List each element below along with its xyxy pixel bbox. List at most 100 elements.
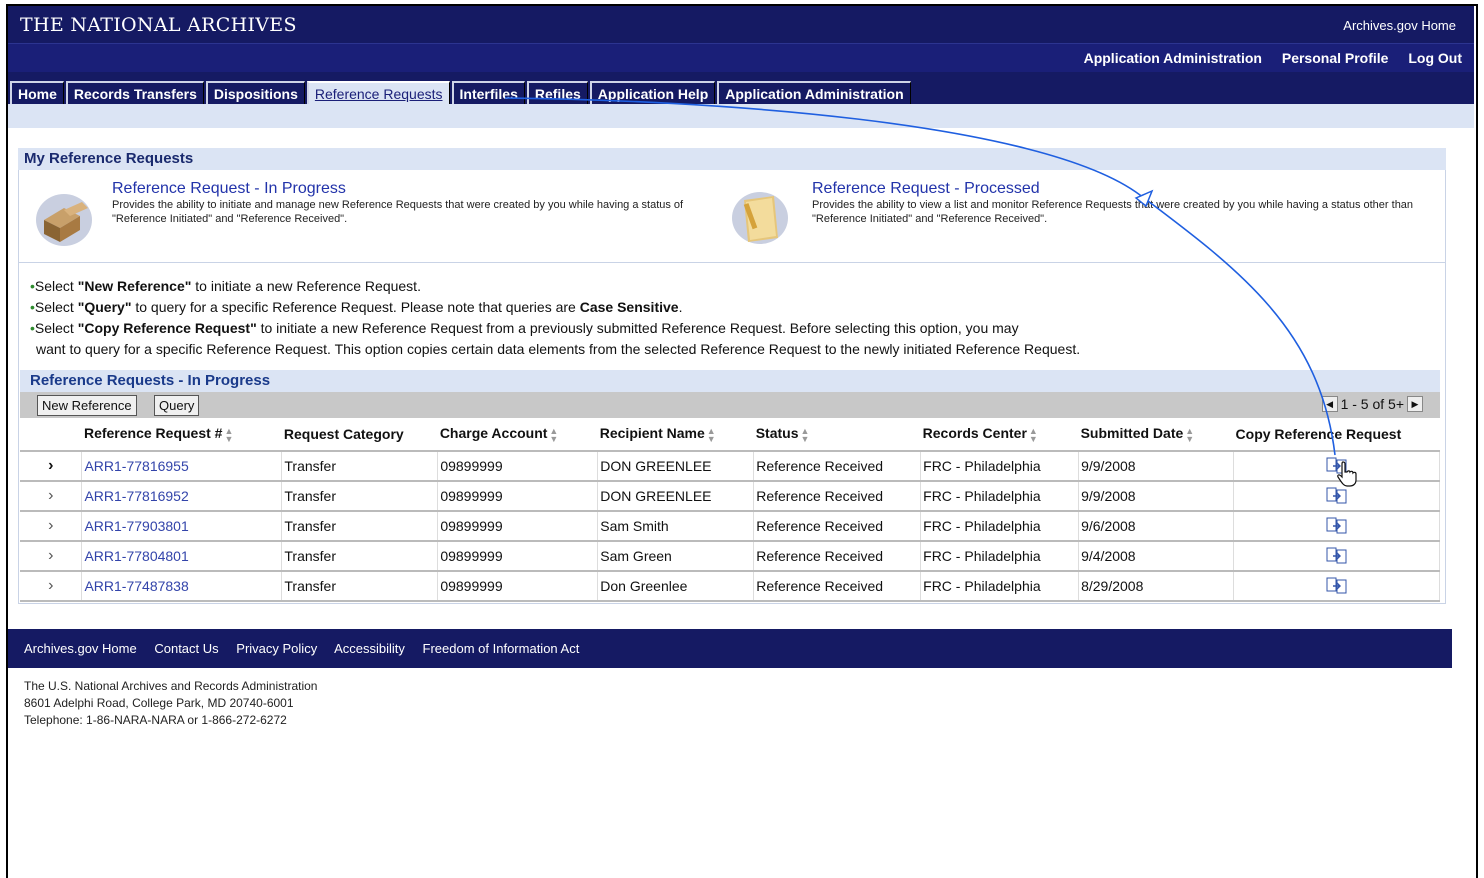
instruction-line-1: •Select "New Reference" to initiate a ne… [30,278,421,294]
log-out-link[interactable]: Log Out [1408,50,1462,66]
card-in-progress: Reference Request - In Progress Provides… [112,180,712,226]
row-date: 9/9/2008 [1078,451,1235,482]
instruction-line-4: want to query for a specific Reference R… [36,341,1081,357]
section-title: My Reference Requests [18,148,1446,170]
row-chevron-icon[interactable]: › [20,451,83,482]
row-date: 8/29/2008 [1078,571,1235,602]
row-category: Transfer [281,451,439,482]
table-row[interactable]: › ARR1-77816955 Transfer 09899999 DON GR… [20,451,1440,487]
sort-icon[interactable]: ▲ ▼ [549,426,558,443]
list-title: Reference Requests - In Progress [20,370,1440,392]
footer-accessibility-link[interactable]: Accessibility [334,641,405,656]
reference-requests-table: Reference Request # ▲ ▼ Request Category C… [20,418,1440,602]
row-status: Reference Received [753,511,922,542]
reference-request-link[interactable]: ARR1-77487838 [84,578,188,594]
row-center: FRC - Philadelphia [920,541,1080,572]
row-category: Transfer [281,571,439,602]
copy-request-icon[interactable] [1233,511,1440,542]
row-chevron-icon[interactable]: › [20,511,83,542]
table-row[interactable]: › ARR1-77903801 Transfer 09899999 Sam Sm… [20,511,1440,542]
col-reference-request[interactable]: Reference Request # ▲ ▼ [81,418,282,452]
row-recipient: DON GREENLEE [597,451,755,482]
row-category: Transfer [281,481,439,512]
col-charge-account[interactable]: Charge Account ▲ ▼ [437,418,598,452]
row-recipient: DON GREENLEE [597,481,755,512]
next-page-icon[interactable]: ▶ [1407,396,1423,412]
app-admin-link[interactable]: Application Administration [1084,50,1262,66]
row-account: 09899999 [437,451,599,482]
table-row[interactable]: › ARR1-77804801 Transfer 09899999 Sam Gr… [20,541,1440,572]
row-status: Reference Received [753,481,922,512]
card-processed: Reference Request - Processed Provides t… [812,180,1432,226]
footer-bar: Archives.gov Home Contact Us Privacy Pol… [8,629,1452,668]
row-center: FRC - Philadelphia [920,571,1080,602]
card-processed-desc: Provides the ability to view a list and … [812,199,1414,225]
row-status: Reference Received [753,541,922,572]
row-chevron-icon[interactable]: › [20,481,83,512]
sort-icon[interactable]: ▲ ▼ [1029,426,1038,443]
new-reference-button[interactable]: New Reference [37,395,137,416]
list-toolbar: New Reference Query ◀ 1 - 5 of 5+ ▶ [20,392,1440,418]
reference-request-link[interactable]: ARR1-77804801 [84,548,188,564]
main-nav: Home Records Transfers Dispositions Refe… [8,72,1474,107]
copy-request-icon[interactable] [1233,451,1440,487]
row-recipient: Don Greenlee [597,571,755,602]
row-status: Reference Received [753,451,922,482]
personal-profile-link[interactable]: Personal Profile [1282,50,1389,66]
row-chevron-icon[interactable]: › [20,571,83,602]
footer-archives-home-link[interactable]: Archives.gov Home [24,641,137,656]
site-title: THE NATIONAL ARCHIVES [20,14,297,36]
table-header-row: Reference Request # ▲ ▼ Request Category C… [20,418,1440,452]
footer-address: The U.S. National Archives and Records A… [24,679,318,727]
footer-contact-link[interactable]: Contact Us [154,641,218,656]
card-processed-title[interactable]: Reference Request - Processed [812,180,1040,197]
table-row[interactable]: › ARR1-77816952 Transfer 09899999 DON GR… [20,481,1440,512]
archives-home-link[interactable]: Archives.gov Home [1343,18,1456,33]
pager: ◀ 1 - 5 of 5+ ▶ [1319,396,1426,412]
folder-pencil-icon[interactable] [730,188,790,248]
pager-label: 1 - 5 of 5+ [1340,396,1404,412]
sort-icon[interactable]: ▲ ▼ [224,426,233,443]
col-status[interactable]: Status ▲ ▼ [753,418,921,452]
instructions: •Select "New Reference" to initiate a ne… [30,276,1430,360]
row-account: 09899999 [437,571,599,602]
row-chevron-icon[interactable]: › [20,541,83,572]
query-button[interactable]: Query [154,395,200,416]
col-submitted-date[interactable]: Submitted Date ▲ ▼ [1078,418,1234,452]
user-links-bar: Application Administration Personal Prof… [8,43,1474,72]
prev-page-icon[interactable]: ◀ [1321,396,1338,412]
card-in-progress-title[interactable]: Reference Request - In Progress [112,180,346,197]
boxes-icon[interactable] [34,190,94,250]
table-row[interactable]: › ARR1-77487838 Transfer 09899999 Don Gr… [20,571,1440,602]
sort-icon[interactable]: ▲ ▼ [801,426,810,443]
row-date: 9/9/2008 [1078,481,1235,512]
reference-request-link[interactable]: ARR1-77816952 [84,488,188,504]
reference-request-link[interactable]: ARR1-77903801 [84,518,188,534]
row-center: FRC - Philadelphia [920,481,1080,512]
row-category: Transfer [281,541,439,572]
col-records-center[interactable]: Records Center ▲ ▼ [920,418,1079,452]
row-recipient: Sam Smith [597,511,755,542]
row-account: 09899999 [437,511,599,542]
col-recipient-name[interactable]: Recipient Name ▲ ▼ [597,418,754,452]
row-status: Reference Received [753,571,922,602]
reference-request-link[interactable]: ARR1-77816955 [84,458,188,474]
footer-privacy-link[interactable]: Privacy Policy [236,641,317,656]
row-date: 9/6/2008 [1078,511,1235,542]
row-center: FRC - Philadelphia [920,451,1080,482]
site-header: THE NATIONAL ARCHIVES Archives.gov Home [8,6,1474,43]
row-account: 09899999 [437,541,599,572]
copy-request-icon[interactable] [1233,541,1440,572]
col-copy-reference-request: Copy Reference Request [1233,418,1440,452]
row-recipient: Sam Green [597,541,755,572]
sort-icon[interactable]: ▲ ▼ [707,426,716,443]
sort-icon[interactable]: ▲ ▼ [1185,426,1194,443]
card-in-progress-desc: Provides the ability to initiate and man… [112,199,684,225]
row-account: 09899999 [437,481,599,512]
footer-foia-link[interactable]: Freedom of Information Act [423,641,580,656]
instruction-line-3: •Select "Copy Reference Request" to init… [30,320,1019,336]
row-category: Transfer [281,511,439,542]
row-center: FRC - Philadelphia [920,511,1080,542]
nav-substrip [8,104,1474,128]
copy-request-icon[interactable] [1233,571,1440,602]
